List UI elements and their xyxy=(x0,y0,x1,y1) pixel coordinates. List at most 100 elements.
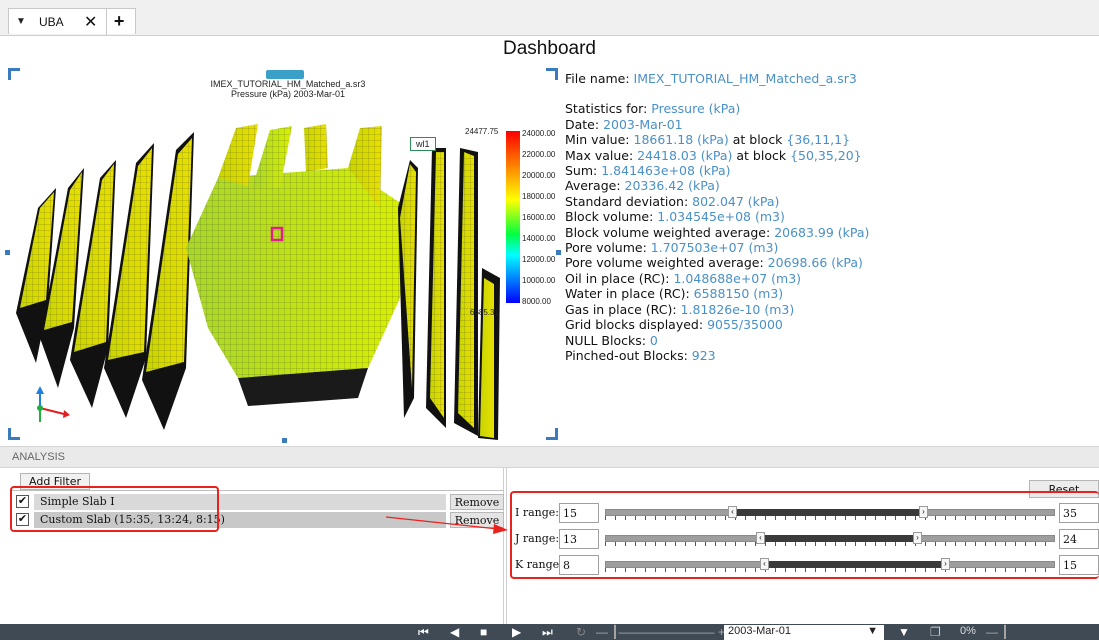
well-label[interactable]: wl1 xyxy=(410,137,436,151)
tab-uba[interactable]: ▼ UBA ✕ + xyxy=(8,8,136,35)
stat-row: Min value: 18661.18 (kPa) at block {36,1… xyxy=(565,132,1095,147)
j-range-max-handle[interactable]: › xyxy=(913,532,922,544)
colorbar-tick: 22000.00 xyxy=(522,150,556,159)
stat-value: 1.048688e+07 (m3) xyxy=(673,270,802,286)
filter-icon[interactable]: ▼ xyxy=(898,625,910,639)
k-range-fill xyxy=(765,561,945,568)
stat-label: Sum: xyxy=(565,163,598,179)
i-range-max-input[interactable] xyxy=(1059,503,1099,523)
reset-button[interactable]: Reset xyxy=(1029,480,1099,498)
filter-row[interactable]: ✔ Simple Slab I Remove xyxy=(16,494,504,510)
tab-label: UBA xyxy=(39,14,64,29)
stat-row: Oil in place (RC): 1.048688e+07 (m3) xyxy=(565,271,1095,286)
analysis-section-header[interactable]: ANALYSIS xyxy=(0,446,1099,468)
stat-row: Date: 2003-Mar-01 xyxy=(565,117,1095,132)
skip-to-end-icon[interactable]: ⏭ xyxy=(542,625,553,639)
stat-value: 20698.66 (kPa) xyxy=(767,255,863,271)
j-range-max-input[interactable] xyxy=(1059,529,1099,549)
date-selector[interactable]: 2003-Mar-01 ▼ xyxy=(724,625,884,640)
statistics-panel: File name: IMEX_TUTORIAL_HM_Matched_a.sr… xyxy=(565,71,1095,363)
colorbar-tick: 18000.00 xyxy=(522,192,556,201)
colorbar-min-label: 6685.31 xyxy=(470,308,499,317)
colorbar-tick: 8000.00 xyxy=(522,297,551,306)
color-legend-bar xyxy=(506,131,520,303)
chevron-down-icon[interactable]: ▼ xyxy=(867,625,878,637)
stat-value: 20336.42 (kPa) xyxy=(624,178,720,194)
k-range-min-input[interactable] xyxy=(559,555,599,575)
j-range-label: J range: xyxy=(515,532,560,545)
skip-to-start-icon[interactable]: ⏮ xyxy=(418,625,429,639)
stop-icon[interactable]: ■ xyxy=(480,625,487,639)
colorbar-tick: 10000.00 xyxy=(522,276,556,285)
axis-triad xyxy=(36,386,70,422)
copy-icon[interactable]: ❐ xyxy=(930,625,941,639)
colorbar-max-label: 24477.75 xyxy=(465,127,499,136)
analysis-header-label: ANALYSIS xyxy=(12,451,65,463)
stat-value: 1.81826e-10 (m3) xyxy=(680,301,795,317)
stat-suffix: at block xyxy=(732,147,791,163)
stat-label: Gas in place (RC): xyxy=(565,301,677,317)
i-range-row: I range: ‹ › xyxy=(515,502,1099,524)
loop-icon[interactable]: ↻ xyxy=(576,625,586,639)
remove-filter-button[interactable]: Remove xyxy=(450,494,504,510)
stat-label: Pinched-out Blocks: xyxy=(565,347,688,363)
stat-value: 6588150 (m3) xyxy=(693,286,784,302)
zoom-slider[interactable]: — ┃ xyxy=(986,625,1009,639)
j-range-min-input[interactable] xyxy=(559,529,599,549)
k-range-ticks xyxy=(605,568,1055,572)
stat-row: Statistics for: Pressure (kPa) xyxy=(565,101,1095,116)
stat-label: Block volume weighted average: xyxy=(565,224,771,240)
stat-value: 1.034545e+08 (m3) xyxy=(657,209,785,225)
k-range-max-input[interactable] xyxy=(1059,555,1099,575)
stat-row: Pore volume weighted average: 20698.66 (… xyxy=(565,255,1095,270)
stat-value: 20683.99 (kPa) xyxy=(774,224,870,240)
stat-label: Pore volume weighted average: xyxy=(565,255,764,271)
stat-label: Pore volume: xyxy=(565,240,647,256)
j-range-min-handle[interactable]: ‹ xyxy=(756,532,765,544)
stat-label: Date: xyxy=(565,116,600,132)
stat-row: Pore volume: 1.707503e+07 (m3) xyxy=(565,240,1095,255)
k-range-min-handle[interactable]: ‹ xyxy=(760,558,769,570)
stat-value: 0 xyxy=(649,332,658,348)
chevron-down-icon[interactable]: ▼ xyxy=(9,16,33,27)
step-back-icon[interactable]: ◀ xyxy=(450,625,459,639)
date-value: 2003-Mar-01 xyxy=(728,625,791,637)
page-title: Dashboard xyxy=(503,38,596,59)
stat-value: 1.841463e+08 (kPa) xyxy=(601,163,731,179)
stat-value: 1.707503e+07 (m3) xyxy=(650,240,779,256)
add-tab-button[interactable]: + xyxy=(105,8,132,35)
stat-row: NULL Blocks: 0 xyxy=(565,333,1095,348)
file-name-value: IMEX_TUTORIAL_HM_Matched_a.sr3 xyxy=(633,71,857,86)
stat-row: Grid blocks displayed: 9055/35000 xyxy=(565,317,1095,332)
stat-row: Max value: 24418.03 (kPa) at block {50,3… xyxy=(565,148,1095,163)
colorbar-tick: 12000.00 xyxy=(522,255,556,264)
stat-label: Water in place (RC): xyxy=(565,286,690,302)
stat-row: Block volume weighted average: 20683.99 … xyxy=(565,225,1095,240)
filter-checkbox[interactable]: ✔ xyxy=(16,513,29,526)
zoom-level: 0% xyxy=(960,625,976,637)
stat-value: 18661.18 (kPa) xyxy=(633,132,729,148)
i-range-ticks xyxy=(605,516,1055,520)
slabs xyxy=(16,124,500,440)
i-range-max-handle[interactable]: › xyxy=(919,506,928,518)
j-range-ticks xyxy=(605,542,1055,546)
timeline-slider[interactable]: — ┃———————— + xyxy=(596,625,725,639)
filter-list: ✔ Simple Slab I Remove ✔ Custom Slab (15… xyxy=(10,490,504,624)
filter-checkbox[interactable]: ✔ xyxy=(16,495,29,508)
stat-label: Block volume: xyxy=(565,209,654,225)
play-icon[interactable]: ▶ xyxy=(512,625,521,639)
i-range-fill xyxy=(733,509,923,516)
stat-row: Water in place (RC): 6588150 (m3) xyxy=(565,286,1095,301)
model-3d-view[interactable]: IMEX_TUTORIAL_HM_Matched_a.sr3 Pressure … xyxy=(5,68,561,443)
add-filter-button[interactable]: Add Filter xyxy=(20,473,91,490)
i-range-min-handle[interactable]: ‹ xyxy=(728,506,737,518)
close-tab-icon[interactable]: ✕ xyxy=(82,12,100,32)
stat-label: Min value: xyxy=(565,132,630,148)
i-range-label: I range: xyxy=(515,506,559,519)
k-range-label: K range: xyxy=(515,558,563,571)
stat-value: 923 xyxy=(691,347,716,363)
i-range-min-input[interactable] xyxy=(559,503,599,523)
stat-row: Average: 20336.42 (kPa) xyxy=(565,178,1095,193)
stat-row: Pinched-out Blocks: 923 xyxy=(565,348,1095,363)
k-range-max-handle[interactable]: › xyxy=(941,558,950,570)
